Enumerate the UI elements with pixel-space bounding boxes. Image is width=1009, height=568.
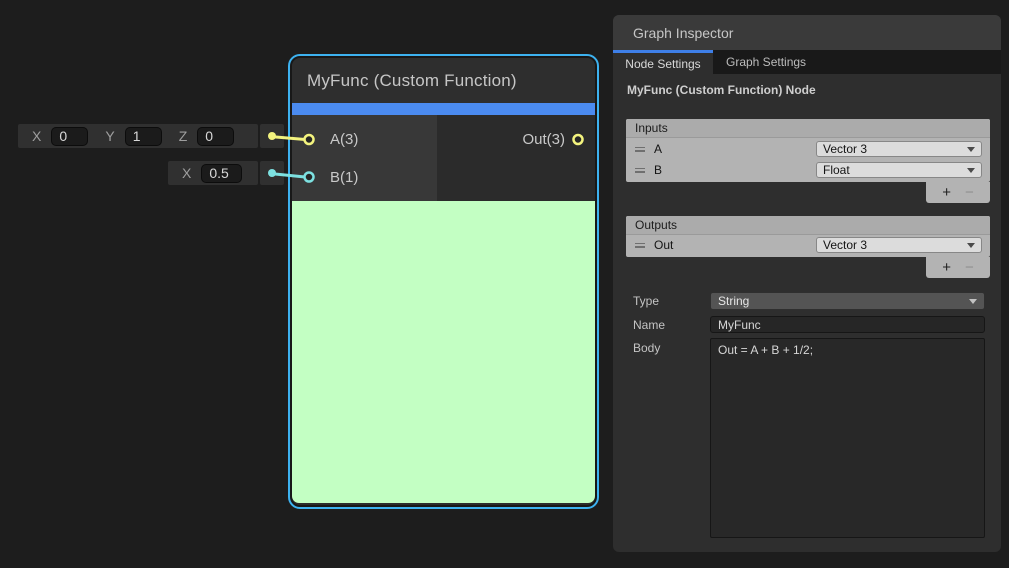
vector3-inline-widget: X Y Z bbox=[18, 124, 258, 148]
dropdown-arrow-icon bbox=[969, 299, 977, 304]
inputs-footer: + − bbox=[926, 182, 990, 203]
output-row-out: Out Vector 3 bbox=[626, 235, 990, 257]
vector3-output-port[interactable] bbox=[260, 124, 284, 148]
output-row-out-type-dropdown[interactable]: Vector 3 bbox=[816, 237, 982, 253]
type-label: Type bbox=[633, 294, 710, 308]
name-value: MyFunc bbox=[718, 318, 761, 332]
float-output-port[interactable] bbox=[260, 161, 284, 185]
custom-function-node[interactable]: MyFunc (Custom Function) A(3) B(1) Out(3… bbox=[288, 54, 599, 509]
node-settings-heading: MyFunc (Custom Function) Node bbox=[627, 83, 987, 97]
remove-output-button[interactable]: − bbox=[965, 260, 974, 275]
tab-node-settings[interactable]: Node Settings bbox=[613, 50, 713, 74]
input-row-b: B Float bbox=[626, 160, 990, 182]
custom-function-node-body: MyFunc (Custom Function) A(3) B(1) Out(3… bbox=[292, 58, 595, 505]
vector3-y-label: Y bbox=[105, 128, 114, 144]
vector3-y-input[interactable] bbox=[125, 127, 162, 146]
node-output-ports: Out(3) bbox=[437, 115, 595, 201]
float-x-label: X bbox=[182, 165, 191, 181]
output-row-out-type-value: Vector 3 bbox=[823, 238, 867, 252]
add-input-button[interactable]: + bbox=[942, 185, 951, 200]
vector3-x-input[interactable] bbox=[51, 127, 88, 146]
name-row: Name MyFunc bbox=[613, 316, 985, 333]
node-category-colorbar bbox=[292, 103, 595, 115]
type-dropdown[interactable]: String bbox=[710, 292, 985, 310]
vector3-x-label: X bbox=[32, 128, 41, 144]
dropdown-arrow-icon bbox=[967, 147, 975, 152]
dropdown-arrow-icon bbox=[967, 168, 975, 173]
drag-handle-icon[interactable] bbox=[635, 147, 645, 152]
input-row-b-name: B bbox=[654, 163, 662, 177]
output-row-out-name: Out bbox=[654, 238, 673, 252]
inspector-tab-bar: Node Settings Graph Settings bbox=[613, 50, 1001, 74]
tab-graph-settings[interactable]: Graph Settings bbox=[713, 50, 819, 74]
input-row-b-type-value: Float bbox=[823, 163, 850, 177]
body-field[interactable]: Out = A + B + 1/2; bbox=[710, 338, 985, 538]
node-title: MyFunc (Custom Function) bbox=[292, 58, 595, 103]
type-row: Type String bbox=[613, 292, 985, 310]
dropdown-arrow-icon bbox=[967, 243, 975, 248]
input-row-a-name: A bbox=[654, 142, 662, 156]
body-label: Body bbox=[633, 338, 710, 355]
float-inline-widget: X bbox=[168, 161, 258, 185]
vector3-port-dot-icon bbox=[268, 132, 276, 140]
shader-graph-window: X Y Z X MyFunc (Custom Function) bbox=[0, 0, 1009, 568]
graph-inspector-title: Graph Inspector bbox=[613, 15, 1001, 50]
node-port-section: A(3) B(1) Out(3) bbox=[292, 115, 595, 201]
inputs-section: Inputs A Vector 3 B Float + − bbox=[626, 119, 990, 182]
outputs-section-title: Outputs bbox=[626, 216, 990, 235]
drag-handle-icon[interactable] bbox=[635, 168, 645, 173]
outputs-section: Outputs Out Vector 3 + − bbox=[626, 216, 990, 257]
remove-input-button[interactable]: − bbox=[965, 185, 974, 200]
outputs-footer: + − bbox=[926, 257, 990, 278]
node-input-ports: A(3) B(1) bbox=[292, 115, 437, 201]
add-output-button[interactable]: + bbox=[942, 260, 951, 275]
type-value: String bbox=[718, 294, 749, 308]
graph-inspector-panel: Graph Inspector Node Settings Graph Sett… bbox=[613, 15, 1001, 552]
input-port-b-label: B(1) bbox=[292, 165, 437, 189]
input-row-a: A Vector 3 bbox=[626, 138, 990, 160]
input-row-a-type-value: Vector 3 bbox=[823, 142, 867, 156]
input-port-a-label: A(3) bbox=[292, 127, 437, 151]
node-preview bbox=[292, 201, 595, 503]
output-port-out-label: Out(3) bbox=[522, 127, 595, 151]
name-label: Name bbox=[633, 318, 710, 332]
name-field[interactable]: MyFunc bbox=[710, 316, 985, 333]
body-row: Body Out = A + B + 1/2; bbox=[613, 338, 985, 538]
float-port-dot-icon bbox=[268, 169, 276, 177]
vector3-z-input[interactable] bbox=[197, 127, 234, 146]
vector3-z-label: Z bbox=[179, 128, 188, 144]
input-row-b-type-dropdown[interactable]: Float bbox=[816, 162, 982, 178]
input-row-a-type-dropdown[interactable]: Vector 3 bbox=[816, 141, 982, 157]
float-x-input[interactable] bbox=[201, 164, 242, 183]
drag-handle-icon[interactable] bbox=[635, 243, 645, 248]
inputs-section-title: Inputs bbox=[626, 119, 990, 138]
